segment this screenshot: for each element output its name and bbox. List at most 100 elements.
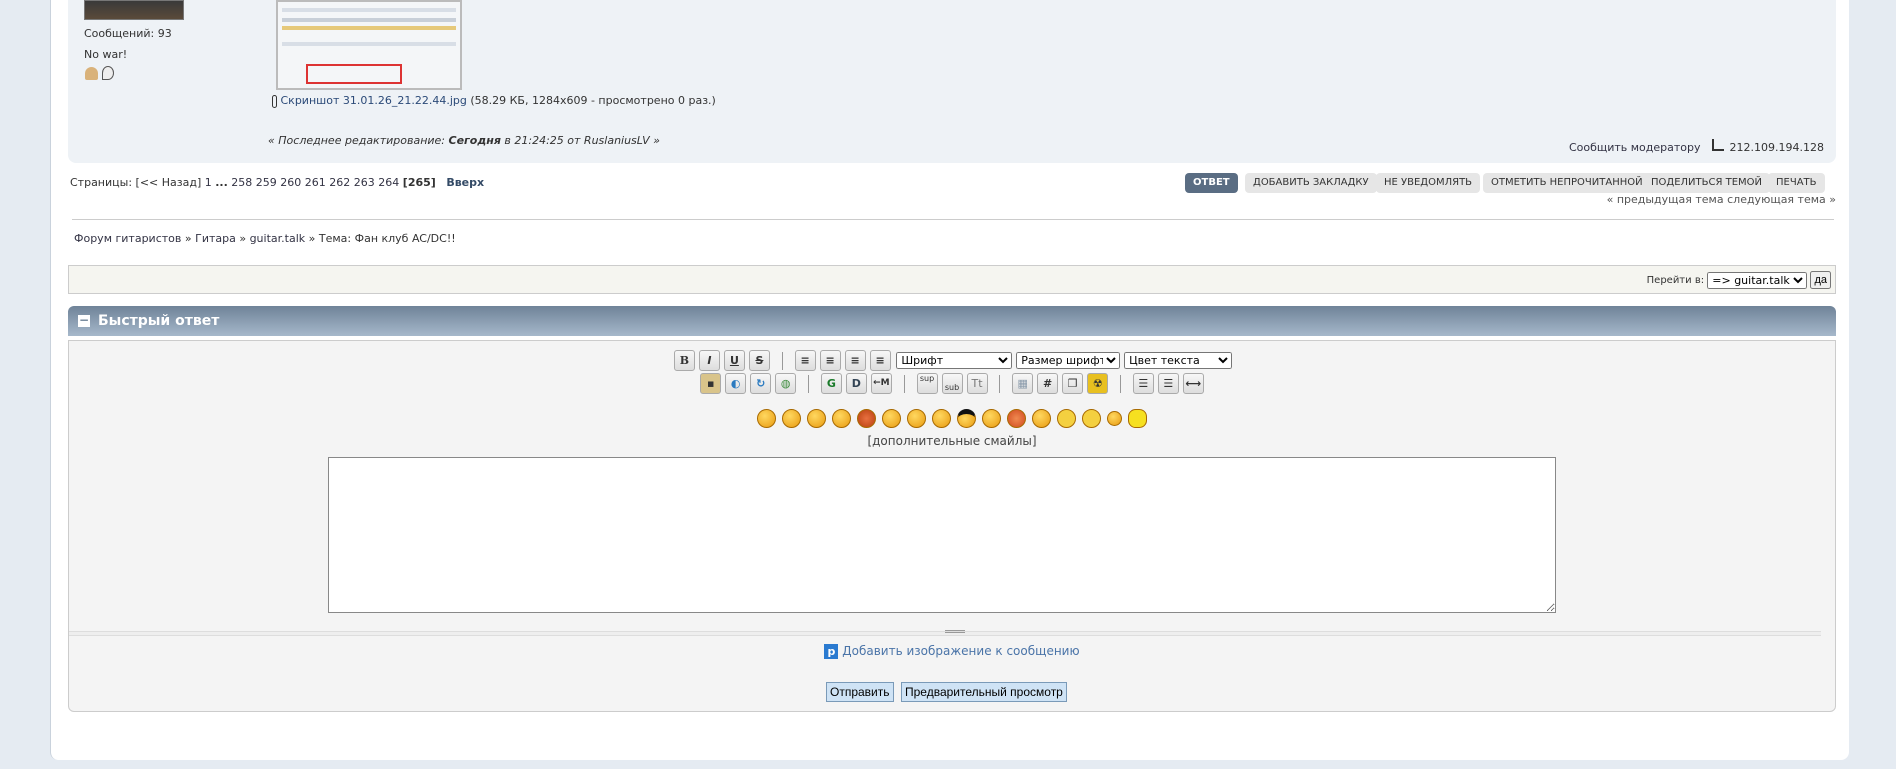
resize-handle[interactable]: [69, 630, 1821, 636]
attachment-link[interactable]: Скриншот 31.01.26_21.22.44.jpg: [281, 94, 467, 107]
smiley-icon[interactable]: [857, 409, 876, 428]
teletype-button[interactable]: Tt: [966, 373, 988, 394]
italic-button[interactable]: I: [698, 350, 720, 371]
ip-icon: [1712, 139, 1725, 151]
pages-label[interactable]: Страницы: [<< Назад]: [70, 176, 201, 189]
page-link[interactable]: 261: [305, 176, 326, 189]
divider: [72, 219, 1834, 220]
page-link[interactable]: 263: [354, 176, 375, 189]
page-link[interactable]: 260: [280, 176, 301, 189]
align-center-icon[interactable]: ≡: [844, 350, 866, 371]
smiley-icon[interactable]: [1128, 409, 1147, 428]
jump-bar: Перейти в: => guitar.talk да: [68, 265, 1836, 294]
bold-button[interactable]: B: [673, 350, 695, 371]
reply-button[interactable]: ОТВЕТ: [1185, 173, 1238, 193]
quote-icon[interactable]: ❐: [1062, 373, 1084, 394]
breadcrumb-forum[interactable]: Форум гитаристов: [74, 232, 181, 245]
radioactive-icon[interactable]: ☢: [1087, 373, 1109, 394]
jump-select[interactable]: => guitar.talk: [1707, 271, 1808, 289]
page-link[interactable]: 259: [256, 176, 277, 189]
next-topic-link[interactable]: следующая тема »: [1727, 193, 1836, 206]
ftp-icon[interactable]: ◍: [775, 373, 797, 394]
page-link[interactable]: 258: [231, 176, 252, 189]
smiley-icon[interactable]: [757, 409, 776, 428]
more-smileys-link[interactable]: [дополнительные смайлы]: [69, 434, 1835, 448]
smiley-icon[interactable]: [1107, 411, 1122, 426]
separator: [781, 351, 783, 370]
underline-button[interactable]: U: [723, 350, 745, 371]
attachment-info: (58.29 КБ, 1284x609 - просмотрено 0 раз.…: [470, 94, 716, 107]
glow-icon[interactable]: G: [820, 373, 842, 394]
share-topic-button[interactable]: ПОДЕЛИТЬСЯ ТЕМОЙ: [1643, 173, 1771, 193]
signature: No war!: [84, 48, 128, 61]
quick-reply-header[interactable]: − Быстрый ответ: [68, 306, 1836, 336]
page-link[interactable]: 262: [329, 176, 350, 189]
shadow-icon[interactable]: D: [845, 373, 867, 394]
prev-topic-link[interactable]: « предыдущая тема: [1607, 193, 1724, 206]
link-icon[interactable]: ◐: [725, 373, 747, 394]
smiley-icon[interactable]: [1057, 409, 1076, 428]
smiley-icon[interactable]: [882, 409, 901, 428]
mark-unread-button[interactable]: ОТМЕТИТЬ НЕПРОЧИТАННОЙ: [1483, 173, 1651, 193]
ip-address[interactable]: 212.109.194.128: [1730, 141, 1824, 154]
unnotify-button[interactable]: НЕ УВЕДОМЛЯТЬ: [1376, 173, 1481, 193]
collapse-icon[interactable]: −: [78, 314, 90, 327]
top-link[interactable]: Вверх: [446, 176, 484, 189]
attachment-thumbnail[interactable]: [276, 0, 462, 90]
smileys-row: [69, 409, 1835, 428]
page-link[interactable]: 1: [205, 176, 212, 189]
image-icon[interactable]: ▪: [700, 373, 722, 394]
smiley-icon[interactable]: [782, 409, 801, 428]
smiley-icon[interactable]: [932, 409, 951, 428]
smiley-icon[interactable]: [1032, 409, 1051, 428]
marquee-icon[interactable]: ←M: [870, 373, 892, 394]
smiley-icon[interactable]: [957, 409, 976, 428]
email-icon[interactable]: ↻: [750, 373, 772, 394]
toolbar-row-1: BIUS ≡ ≡ ≡ ≡ Шрифт Размер шрифта Цвет текст…: [69, 350, 1835, 371]
justify-icon[interactable]: ≡: [794, 350, 816, 371]
superscript-button[interactable]: sup: [916, 373, 938, 394]
subscript-button[interactable]: sub: [941, 373, 963, 394]
message-icon[interactable]: [102, 66, 114, 80]
send-button[interactable]: Отправить: [826, 682, 894, 702]
pagination: Страницы: [<< Назад] 1 ... 258 259 260 2…: [70, 176, 484, 189]
text-color-select[interactable]: Цвет текста: [1124, 352, 1233, 369]
add-bookmark-button[interactable]: ДОБАВИТЬ ЗАКЛАДКУ: [1245, 173, 1377, 193]
paperclip-icon: [272, 94, 277, 108]
separator: [1119, 374, 1121, 393]
separator: [808, 374, 810, 393]
font-select[interactable]: Шрифт: [896, 352, 1013, 369]
add-image[interactable]: p Добавить изображение к сообщению: [69, 644, 1835, 659]
breadcrumb-sep: »: [308, 232, 316, 245]
profile-icon[interactable]: [85, 67, 98, 80]
preview-button[interactable]: Предварительный просмотр: [901, 682, 1067, 702]
smiley-icon[interactable]: [832, 409, 851, 428]
horizontal-rule-icon[interactable]: ⟷: [1182, 373, 1204, 394]
edit-day: Сегодня: [448, 134, 501, 147]
strike-button[interactable]: S: [748, 350, 770, 371]
font-size-select[interactable]: Размер шрифта: [1016, 352, 1121, 369]
print-button[interactable]: ПЕЧАТЬ: [1768, 173, 1825, 193]
smiley-icon[interactable]: [982, 409, 1001, 428]
bullet-list-icon[interactable]: ☰: [1132, 373, 1154, 394]
numbered-list-icon[interactable]: ☰: [1157, 373, 1179, 394]
smiley-icon[interactable]: [907, 409, 926, 428]
report-moderator-link[interactable]: Сообщить модератору: [1569, 141, 1701, 154]
add-image-link[interactable]: Добавить изображение к сообщению: [842, 644, 1079, 658]
jump-go-button[interactable]: да: [1810, 271, 1831, 289]
page-link[interactable]: 264: [378, 176, 399, 189]
breadcrumb-sep: »: [239, 232, 247, 245]
table-icon[interactable]: ▦: [1012, 373, 1034, 394]
edit-suffix: в 21:24:25 от RuslaniusLV »: [504, 134, 660, 147]
align-right-icon[interactable]: ≡: [869, 350, 891, 371]
avatar: [84, 0, 184, 20]
smiley-icon[interactable]: [1007, 409, 1026, 428]
align-left-icon[interactable]: ≡: [819, 350, 841, 371]
code-button[interactable]: #: [1037, 373, 1059, 394]
breadcrumb-board[interactable]: guitar.talk: [250, 232, 306, 245]
breadcrumb-guitar[interactable]: Гитара: [195, 232, 236, 245]
pages-ellipsis: ...: [215, 176, 228, 189]
smiley-icon[interactable]: [1082, 409, 1101, 428]
smiley-icon[interactable]: [807, 409, 826, 428]
message-textarea[interactable]: [328, 457, 1556, 613]
